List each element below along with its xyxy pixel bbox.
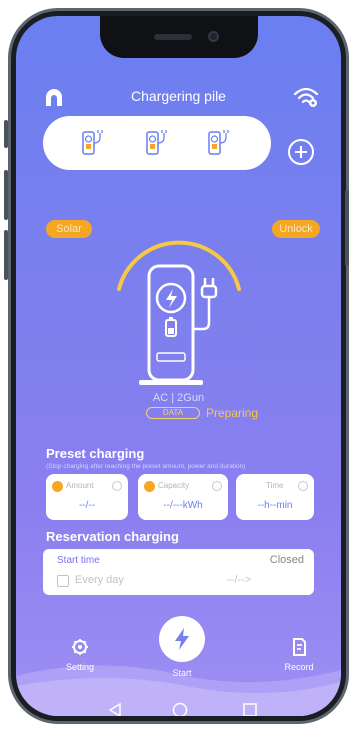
tab-record-label: Record [284,662,314,672]
volume-down-button [4,230,8,280]
volume-up-button [4,170,8,220]
lightning-icon [175,628,189,650]
tab-record[interactable]: Record [277,638,321,672]
charging-pile-icon[interactable] [205,128,233,158]
reservation-card: Start time Closed Every day --/--> [43,549,314,595]
preset-card-value: --/---kWh [163,500,203,511]
wifi-icon[interactable] [293,85,319,107]
every-day-checkbox[interactable] [57,575,69,587]
charging-pile-icon[interactable] [143,128,171,158]
check-icon[interactable] [112,481,122,491]
app-header: Chargering pile [16,82,341,112]
preset-card-header: Amount [52,480,122,494]
preset-card-value: --/-- [78,500,96,511]
charger-illustration [109,211,249,401]
preset-card-name: Amount [66,481,94,490]
pile-selector [43,116,271,170]
recents-icon[interactable] [242,702,258,716]
amount-icon [52,481,63,492]
status-text: Preparing [206,406,259,420]
preset-card-value: --h--min [257,500,293,511]
preset-card-name: Time [266,481,284,490]
reservation-title: Reservation charging [46,529,179,544]
back-icon[interactable] [108,702,122,716]
tab-start-label: Start [172,668,192,678]
notch [100,16,258,58]
preset-amount-card[interactable]: Amount --/-- [46,474,128,520]
preset-card-header: Capacity [144,480,222,494]
charger-graphic [117,240,241,385]
reservation-state[interactable]: Closed [270,554,304,566]
preset-card-name: Capacity [158,481,190,490]
charging-pile-icon[interactable] [79,128,107,158]
check-icon[interactable] [212,481,222,491]
start-button[interactable] [159,616,205,662]
tab-setting[interactable]: Setting [60,638,100,672]
device-type-label: AC | 2Gun [152,392,205,404]
gear-icon [72,639,88,655]
preset-time-card[interactable]: Time --h--min [236,474,314,520]
home-icon[interactable] [172,702,188,716]
preset-card-header: Time [242,480,308,494]
start-time-label: Start time [57,555,100,566]
mute-switch [4,120,8,148]
app-screen: Chargering pile Solar Unlock AC | 2Gun D… [16,16,341,716]
solar-tag[interactable]: Solar [46,220,92,238]
document-icon [293,638,306,656]
tab-setting-label: Setting [65,662,95,672]
front-camera [208,31,219,42]
reservation-date[interactable]: --/--> [227,574,251,586]
check-icon[interactable] [298,481,308,491]
status-indicator: DATA [146,407,200,419]
preset-title: Preset charging [46,446,145,461]
power-button [345,190,349,266]
add-pile-button[interactable] [288,139,314,165]
speaker-grille [154,34,192,40]
unlock-tag[interactable]: Unlock [272,220,320,238]
preset-capacity-card[interactable]: Capacity --/---kWh [138,474,228,520]
capacity-icon [144,481,155,492]
preset-note: (Stop charging after reaching the preset… [46,463,246,470]
every-day-label: Every day [75,574,124,586]
